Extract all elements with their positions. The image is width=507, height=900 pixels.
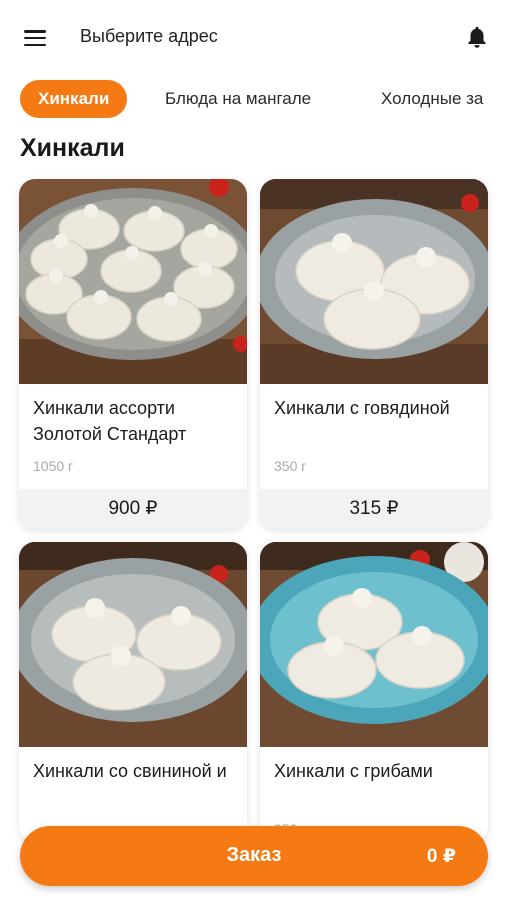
section-title: Хинкали xyxy=(20,134,125,162)
product-price: 315 ₽ xyxy=(260,489,488,529)
address-selector[interactable]: Выберите адрес xyxy=(80,26,218,47)
product-photo xyxy=(260,542,488,747)
product-photo xyxy=(19,542,247,747)
tab-grill-dishes[interactable]: Блюда на мангале xyxy=(165,80,311,118)
product-photo xyxy=(260,179,488,384)
product-weight: 350 г xyxy=(274,458,307,474)
order-label: Заказ xyxy=(226,844,282,866)
hamburger-menu-icon[interactable] xyxy=(24,30,46,46)
product-card[interactable]: Хинкали с грибами 350 г xyxy=(260,542,488,842)
top-bar: Выберите адрес xyxy=(0,0,507,76)
order-button[interactable]: Заказ 0 ₽ xyxy=(20,826,488,886)
product-photo xyxy=(19,179,247,384)
product-card[interactable]: Хинкали со свининой и xyxy=(19,542,247,842)
product-card[interactable]: Хинкали с говядиной 350 г 315 ₽ xyxy=(260,179,488,529)
tab-khinkali[interactable]: Хинкали xyxy=(20,80,128,118)
category-tabs: Хинкали Блюда на мангале Холодные за xyxy=(0,80,507,120)
product-weight: 1050 г xyxy=(33,458,74,474)
product-name: Хинкали со свининой и xyxy=(33,761,227,781)
product-card[interactable]: Хинкали ассорти Золотой Стандарт 1050 г … xyxy=(19,179,247,529)
tab-cold-dishes[interactable]: Холодные за xyxy=(381,80,483,118)
product-name: Хинкали с говядиной xyxy=(274,398,450,418)
order-total: 0 ₽ xyxy=(426,846,456,867)
product-price: 900 ₽ xyxy=(19,489,247,529)
bell-icon[interactable] xyxy=(464,24,490,50)
product-name: Хинкали с грибами xyxy=(274,761,433,781)
product-name: Хинкали ассорти Золотой Стандарт xyxy=(33,398,187,444)
